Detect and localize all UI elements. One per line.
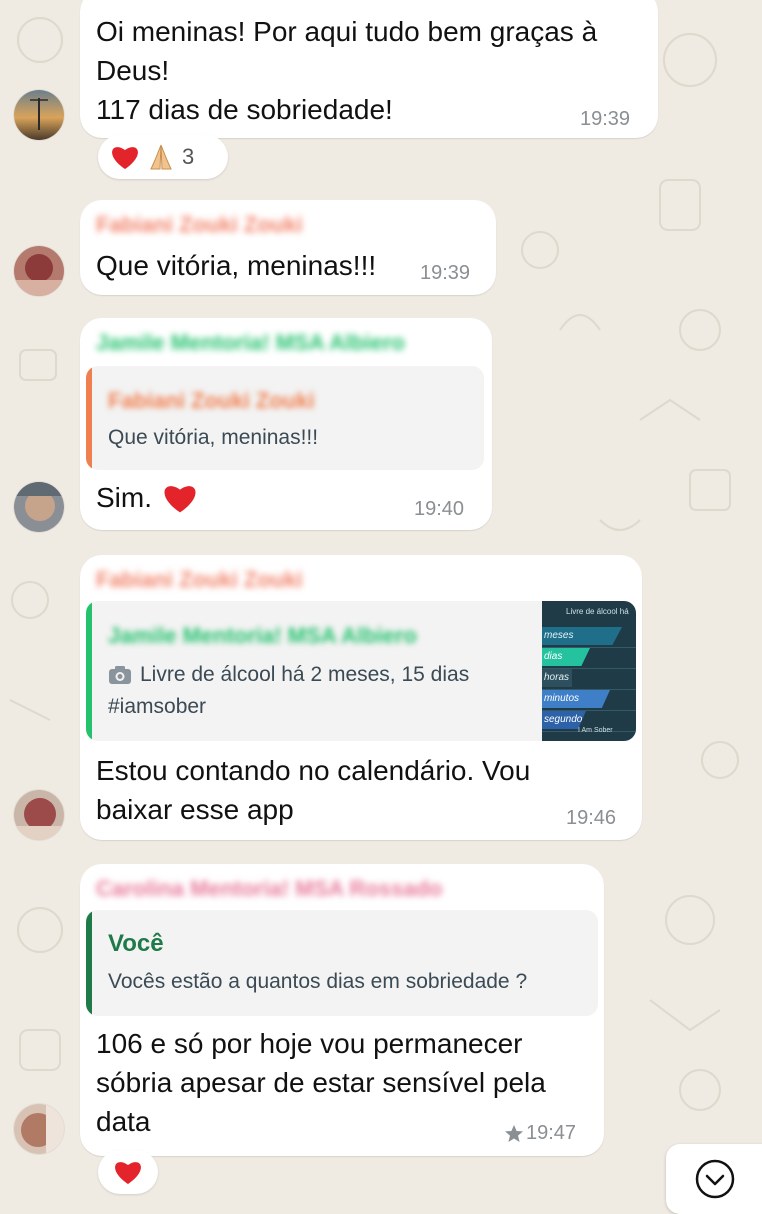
message-time: 19:40 — [414, 498, 465, 520]
sender-name[interactable]: Carolina Mentoria! MSA Rossado — [96, 876, 442, 902]
avatar[interactable] — [14, 90, 64, 140]
red-heart-icon — [164, 485, 196, 512]
message-bubble[interactable]: Fabiani Zouki Zouki Que vitória, meninas… — [80, 200, 496, 295]
message-text-line: sóbria apesar de estar sensível pela — [96, 1067, 546, 1098]
sender-name[interactable]: Jamile Mentoria! MSA Albiero — [96, 330, 405, 356]
message-bubble[interactable]: Oi meninas! Por aqui tudo bem graças à D… — [80, 0, 658, 138]
message-time: 19:39 — [420, 262, 471, 284]
reaction-badge[interactable] — [98, 1150, 158, 1194]
message-text-line: data — [96, 1106, 151, 1137]
message-text-line: Deus! — [96, 55, 170, 86]
thumbnail-row: horas — [542, 669, 572, 687]
message-text-line: 117 dias de sobriedade! — [96, 94, 393, 125]
thumbnail-footer: I Am Sober — [578, 727, 613, 734]
star-icon — [505, 1124, 523, 1142]
quoted-message[interactable]: Jamile Mentoria! MSA Albiero Livre de ál… — [86, 601, 636, 741]
quote-bar — [86, 601, 92, 741]
thumbnail-title: Livre de álcool há — [566, 607, 629, 616]
message-text-line: Estou contando no calendário. Vou — [96, 755, 531, 786]
message-text-line: 106 e só por hoje vou permanecer — [96, 1028, 523, 1059]
message-time: 19:39 — [580, 108, 631, 130]
folded-hands-icon — [150, 144, 172, 170]
quote-author: Jamile Mentoria! MSA Albiero — [108, 623, 417, 648]
quote-author: Fabiani Zouki Zouki — [108, 388, 315, 413]
quoted-message[interactable]: Você Vocês estão a quantos dias em sobri… — [86, 910, 598, 1016]
message-text: Que vitória, meninas!!! — [96, 250, 377, 281]
message-text: Sim. — [96, 482, 152, 513]
thumbnail-row: meses — [542, 627, 622, 645]
quote-thumbnail[interactable]: Livre de álcool há meses dias horas minu… — [542, 601, 636, 741]
avatar[interactable] — [14, 1104, 64, 1154]
quote-bar — [86, 910, 92, 1016]
quoted-message[interactable]: Fabiani Zouki Zouki Que vitória, meninas… — [86, 366, 484, 470]
red-heart-icon — [115, 1162, 141, 1184]
avatar[interactable] — [14, 482, 64, 532]
quote-author: Você — [108, 930, 164, 957]
quote-text: Vocês estão a quantos dias em sobriedade… — [108, 970, 528, 993]
thumbnail-row: minutos — [542, 690, 610, 708]
quote-bar — [86, 366, 92, 470]
quote-text: Que vitória, meninas!!! — [108, 426, 319, 449]
red-heart-icon — [112, 147, 138, 169]
message-bubble[interactable]: Carolina Mentoria! MSA Rossado Você Você… — [80, 864, 604, 1156]
thumbnail-row: dias — [542, 648, 590, 666]
quote-text: #iamsober — [108, 695, 207, 718]
message-text-line: baixar esse app — [96, 794, 294, 825]
message-text-line: Oi meninas! Por aqui tudo bem graças à — [96, 16, 598, 47]
quote-text: Livre de álcool há 2 meses, 15 dias — [140, 663, 470, 686]
message-time: 19:46 — [566, 807, 617, 829]
message-bubble[interactable]: Jamile Mentoria! MSA Albiero Fabiani Zou… — [80, 318, 492, 530]
avatar[interactable] — [14, 246, 64, 296]
scroll-to-bottom-button[interactable] — [666, 1144, 762, 1214]
message-time: 19:47 — [526, 1122, 577, 1144]
sender-name[interactable]: Fabiani Zouki Zouki — [96, 212, 303, 238]
reaction-badge[interactable]: 3 — [98, 135, 228, 179]
camera-icon — [109, 665, 131, 684]
message-bubble[interactable]: Fabiani Zouki Zouki Jamile Mentoria! MSA… — [80, 555, 642, 840]
reaction-count: 3 — [182, 144, 195, 169]
avatar[interactable] — [14, 790, 64, 840]
chevron-down-icon — [695, 1159, 735, 1199]
sender-name[interactable]: Fabiani Zouki Zouki — [96, 567, 303, 593]
